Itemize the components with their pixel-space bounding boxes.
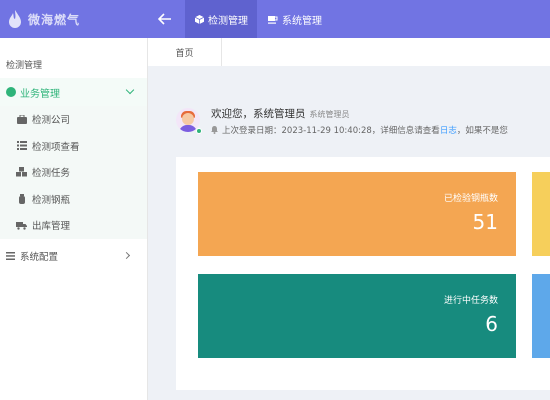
sidebar-menu-label: 系统配置	[20, 252, 59, 263]
stat-card-inspected-cylinders[interactable]: 已检验钢瓶数 51	[198, 172, 516, 256]
menu-icon	[6, 252, 15, 260]
top-header: 微海燃气 检测管理 系统管理	[0, 0, 550, 38]
stat-card-partial[interactable]	[532, 274, 550, 358]
sidebar-item-label: 出库管理	[32, 221, 71, 233]
arrow-left-icon	[158, 13, 171, 25]
nav-tab-inspection[interactable]: 检测管理	[185, 0, 257, 38]
stat-label: 已检验钢瓶数	[443, 194, 498, 204]
role-label: 系统管理员	[309, 110, 350, 119]
login-date: 2023-11-29 10:40:28	[281, 126, 372, 136]
bell-icon	[211, 126, 218, 134]
welcome-section: 欢迎您，系统管理员 系统管理员 上次登录日期：2023-11-29 10:40:2…	[176, 104, 550, 140]
sidebar-submenu: 检测公司 检测项查看 检测任务 检测钢瓶 出库管理	[0, 106, 147, 239]
sidebar-item-companies[interactable]: 检测公司	[0, 106, 147, 133]
cylinder-icon	[16, 193, 27, 204]
sidebar-item-label: 检测公司	[32, 115, 71, 127]
nav-tab-label: 检测管理	[208, 15, 248, 27]
cup-icon	[268, 14, 278, 24]
cube-icon	[194, 14, 204, 24]
last-login-info: 上次登录日期：2023-11-29 10:40:28，详细信息请查看日志，如果不…	[211, 124, 508, 136]
login-suffix: ，如果不是您	[456, 126, 508, 136]
sidebar: 检测管理 业务管理 检测公司 检测项查看 检测任务 检测钢瓶 出库管理 系统配置	[0, 38, 148, 400]
tabs-bar	[222, 38, 550, 66]
chevron-down-icon	[125, 85, 135, 95]
sidebar-item-tasks[interactable]: 检测任务	[0, 159, 147, 186]
welcome-greeting: 欢迎您，系统管理员 系统管理员	[211, 106, 350, 121]
sidebar-menu-business[interactable]: 业务管理	[0, 78, 147, 106]
stat-card-tasks-in-progress[interactable]: 进行中任务数 6	[198, 274, 516, 358]
login-prefix: 上次登录日期：	[222, 126, 282, 136]
nav-tab-label: 系统管理	[282, 15, 322, 27]
online-status-dot	[196, 128, 202, 134]
page-tabs: 首页	[148, 38, 550, 66]
truck-icon	[16, 220, 27, 230]
stat-card-partial[interactable]	[532, 172, 550, 256]
briefcase-icon	[16, 114, 27, 124]
stats-panel: 已检验钢瓶数 51 进行中任务数 6	[176, 157, 550, 390]
sidebar-item-cylinders[interactable]: 检测钢瓶	[0, 186, 147, 213]
back-button[interactable]	[150, 0, 180, 38]
globe-icon	[6, 87, 16, 97]
tab-home[interactable]: 首页	[148, 38, 222, 66]
logo-text: 微海燃气	[28, 12, 81, 27]
flame-logo-icon	[8, 10, 22, 28]
logo: 微海燃气	[8, 0, 148, 38]
sidebar-item-label: 检测项查看	[32, 141, 80, 153]
list-icon	[16, 141, 27, 151]
stat-value: 51	[472, 210, 498, 234]
login-middle: ，详细信息请查看	[371, 126, 440, 136]
greeting-text: 欢迎您，系统管理员	[211, 108, 306, 120]
nav-tab-system[interactable]: 系统管理	[259, 0, 331, 38]
sidebar-menu-label: 业务管理	[20, 88, 60, 100]
stat-value: 6	[485, 312, 498, 336]
sidebar-item-label: 检测任务	[32, 168, 71, 180]
tab-label: 首页	[175, 48, 194, 59]
stat-label: 进行中任务数	[443, 296, 498, 306]
sidebar-item-label: 检测钢瓶	[32, 194, 71, 206]
sidebar-menu-config[interactable]: 系统配置	[0, 244, 147, 268]
chevron-right-icon	[122, 251, 131, 260]
sidebar-group-title: 检测管理	[6, 61, 43, 71]
sidebar-item-outbound[interactable]: 出库管理	[0, 212, 147, 239]
sidebar-item-check-items[interactable]: 检测项查看	[0, 133, 147, 160]
cubes-icon	[16, 167, 27, 177]
log-link[interactable]: 日志	[440, 126, 457, 136]
